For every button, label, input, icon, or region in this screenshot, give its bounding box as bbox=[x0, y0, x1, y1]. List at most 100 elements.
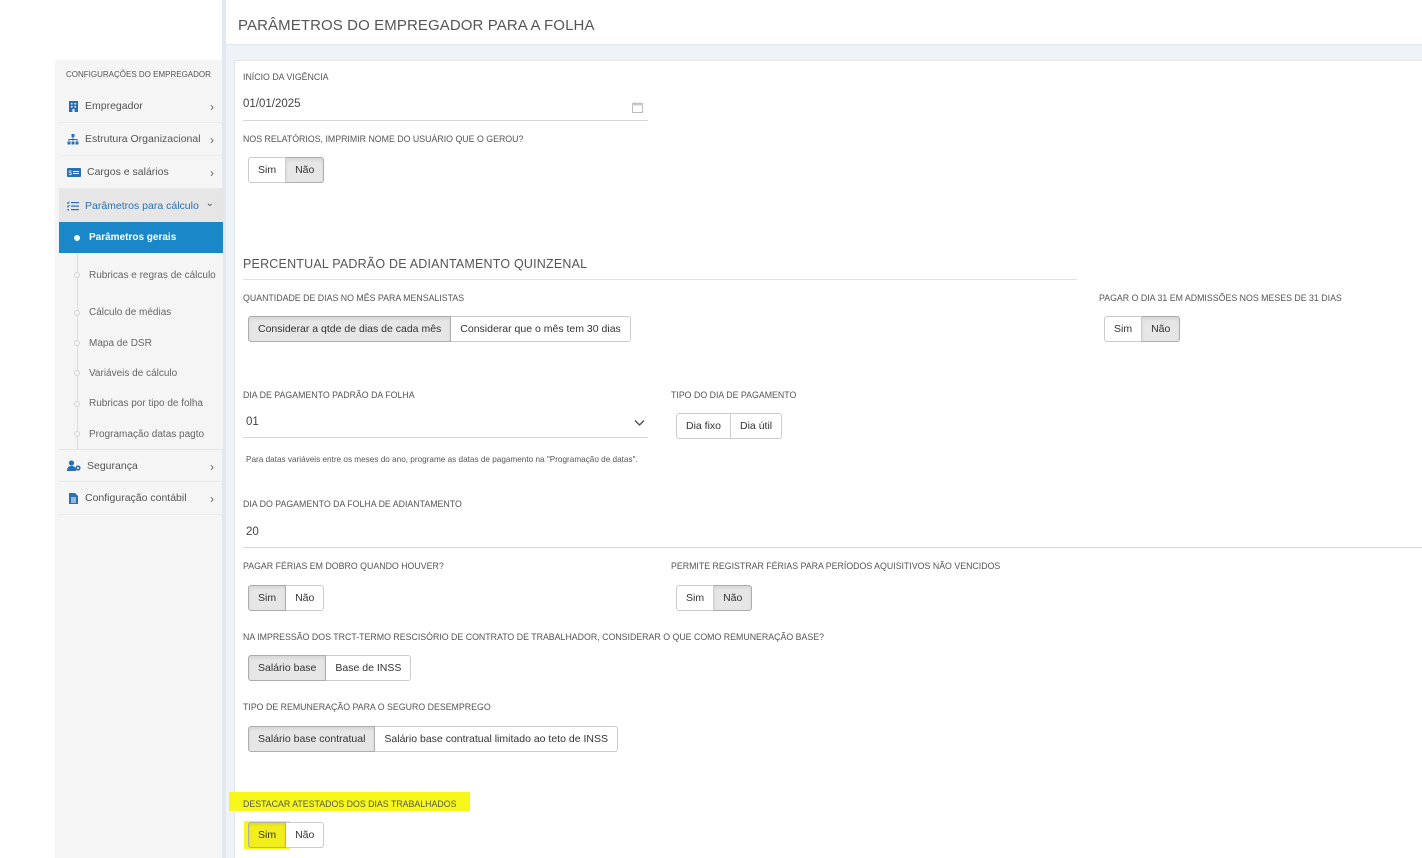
sidebar-item-label: Configuração contábil bbox=[85, 492, 187, 504]
subnav-dot bbox=[74, 234, 80, 241]
chevron-right-icon: › bbox=[210, 166, 214, 180]
subnav-item-variaveis[interactable]: Variáveis de cálculo bbox=[59, 358, 223, 388]
subnav-dot bbox=[74, 431, 80, 437]
subnav-item-label: Cálculo de médias bbox=[89, 307, 172, 318]
ferias-nao-vencidos-sim-button[interactable]: Sim bbox=[676, 585, 715, 611]
sidebar-item-label: Empregador bbox=[85, 100, 143, 112]
sidebar-item-label: Parâmetros para cálculo bbox=[85, 199, 199, 212]
sidebar-item-label: Estrutura Organizacional bbox=[85, 133, 201, 145]
section-divider bbox=[243, 279, 1077, 280]
imprimir-usuario-label: NOS RELATÓRIOS, IMPRIMIR NOME DO USUÁRIO… bbox=[243, 134, 524, 144]
subnav-item-label: Programação datas pagto bbox=[89, 428, 205, 440]
salary-card-icon: $ bbox=[67, 166, 81, 178]
org-chart-icon bbox=[67, 133, 79, 145]
pagar-dia31-sim-button[interactable]: Sim bbox=[1104, 316, 1143, 342]
imprimir-usuario-sim-button[interactable]: Sim bbox=[248, 157, 287, 183]
calendar-icon[interactable] bbox=[632, 100, 643, 118]
qtde-dias-cada-mes-button[interactable]: Considerar a qtde de dias de cada mês bbox=[248, 316, 452, 342]
subnav-item-rubricas-regras[interactable]: Rubricas e regras de cálculo bbox=[59, 253, 223, 297]
qtde-dias-label: QUANTIDADE DE DIAS NO MÊS PARA MENSALIST… bbox=[243, 293, 465, 303]
atestados-nao-button[interactable]: Não bbox=[286, 822, 325, 848]
chevron-down-icon: ⌄ bbox=[205, 198, 214, 209]
atestados-sim-button[interactable]: Sim bbox=[248, 822, 287, 848]
tipo-dia-util-button[interactable]: Dia útil bbox=[731, 413, 783, 439]
header-divider bbox=[226, 44, 1422, 45]
ferias-nao-vencidos-label: PERMITE REGISTRAR FÉRIAS PARA PERÍODOS A… bbox=[671, 561, 1001, 571]
inicio-vigencia-label: INÍCIO DA VIGÊNCIA bbox=[243, 72, 329, 82]
sidebar-item-parametros[interactable]: Parâmetros para cálculo ⌄ bbox=[59, 189, 223, 222]
chevron-down-icon[interactable] bbox=[634, 414, 645, 432]
chevron-right-icon: › bbox=[210, 133, 214, 147]
dia-adiantamento-underline bbox=[243, 547, 1422, 548]
seguro-desemprego-label: TIPO DE REMUNERAÇÃO PARA O SEGURO DESEMP… bbox=[243, 702, 491, 712]
trct-label: NA IMPRESSÃO DOS TRCT-TERMO RESCISÓRIO D… bbox=[243, 632, 825, 642]
page-title: PARÂMETROS DO EMPREGADOR PARA A FOLHA bbox=[238, 17, 595, 34]
inicio-vigencia-underline bbox=[243, 120, 648, 121]
atestados-label: DESTACAR ATESTADOS DOS DIAS TRABALHADOS bbox=[243, 799, 457, 809]
dia-pagamento-label: DIA DE PAGAMENTO PADRÃO DA FOLHA bbox=[243, 390, 415, 400]
nota-datas-variaveis: Para datas variáveis entre os meses do a… bbox=[246, 455, 638, 464]
sidebar-item-empregador[interactable]: Empregador › bbox=[59, 90, 223, 123]
sidebar: CONFIGURAÇÕES DO EMPREGADOR Empregador ›… bbox=[59, 60, 223, 515]
ferias-dobro-sim-button[interactable]: Sim bbox=[248, 585, 287, 611]
imprimir-usuario-toggle: Sim Não bbox=[248, 157, 325, 183]
building-icon bbox=[67, 100, 79, 112]
seguro-salario-contratual-button[interactable]: Salário base contratual bbox=[248, 726, 376, 752]
subnav-item-rubricas-tipo-folha[interactable]: Rubricas por tipo de folha bbox=[59, 388, 223, 419]
dia-adiantamento-label: DIA DO PAGAMENTO DA FOLHA DE ADIANTAMENT… bbox=[243, 499, 462, 509]
tipo-dia-label: TIPO DO DIA DE PAGAMENTO bbox=[671, 390, 797, 400]
sidebar-item-estrutura[interactable]: Estrutura Organizacional › bbox=[59, 123, 223, 156]
inicio-vigencia-input[interactable]: 01/01/2025 bbox=[243, 98, 301, 110]
seguro-salario-limitado-button[interactable]: Salário base contratual limitado ao teto… bbox=[375, 726, 618, 752]
sidebar-subnav: Parâmetros gerais Rubricas e regras de c… bbox=[59, 222, 223, 449]
sidebar-item-label: Cargos e salários bbox=[87, 166, 169, 178]
dia-adiantamento-input[interactable]: 20 bbox=[246, 526, 259, 538]
sidebar-item-label: Segurança bbox=[87, 459, 138, 472]
user-lock-icon bbox=[67, 460, 81, 472]
pagar-dia31-nao-button[interactable]: Não bbox=[1142, 316, 1181, 342]
chevron-right-icon: › bbox=[210, 492, 214, 506]
subnav-item-programacao-datas[interactable]: Programação datas pagto bbox=[59, 419, 223, 449]
subnav-item-label: Rubricas por tipo de folha bbox=[89, 398, 203, 409]
tipo-dia-fixo-button[interactable]: Dia fixo bbox=[676, 413, 732, 439]
subnav-item-calculo-medias[interactable]: Cálculo de médias bbox=[59, 297, 223, 328]
checklist-icon bbox=[67, 200, 79, 212]
tipo-dia-toggle: Dia fixo Dia útil bbox=[676, 413, 783, 439]
dia-pagamento-select[interactable]: 01 bbox=[246, 416, 259, 428]
trct-base-inss-button[interactable]: Base de INSS bbox=[326, 655, 412, 681]
subnav-item-mapa-dsr[interactable]: Mapa de DSR bbox=[59, 328, 223, 358]
sidebar-header: CONFIGURAÇÕES DO EMPREGADOR bbox=[66, 70, 211, 79]
chevron-right-icon: › bbox=[210, 460, 214, 474]
subnav-dot bbox=[74, 370, 80, 376]
pagar-dia31-toggle: Sim Não bbox=[1104, 316, 1181, 342]
qtde-dias-toggle: Considerar a qtde de dias de cada mês Co… bbox=[248, 316, 631, 342]
sidebar-item-seguranca[interactable]: Segurança › bbox=[59, 449, 223, 482]
subnav-dot bbox=[74, 309, 80, 316]
section-title-adiantamento: PERCENTUAL PADRÃO DE ADIANTAMENTO QUINZE… bbox=[243, 257, 588, 271]
ferias-dobro-label: PAGAR FÉRIAS EM DOBRO QUANDO HOUVER? bbox=[243, 561, 444, 571]
atestados-toggle: Sim Não bbox=[248, 822, 325, 848]
ferias-dobro-toggle: Sim Não bbox=[248, 585, 325, 611]
seguro-desemprego-toggle: Salário base contratual Salário base con… bbox=[248, 726, 618, 752]
ferias-nao-vencidos-nao-button[interactable]: Não bbox=[714, 585, 753, 611]
imprimir-usuario-nao-button[interactable]: Não bbox=[286, 157, 325, 183]
pagar-dia31-label: PAGAR O DIA 31 EM ADMISSÕES NOS MESES DE… bbox=[1099, 293, 1342, 303]
subnav-dot bbox=[74, 272, 80, 278]
ferias-dobro-nao-button[interactable]: Não bbox=[286, 585, 325, 611]
sidebar-item-contabil[interactable]: Configuração contábil › bbox=[59, 482, 223, 515]
dia-pagamento-underline bbox=[243, 437, 648, 438]
sidebar-item-cargos[interactable]: $ Cargos e salários › bbox=[59, 156, 223, 189]
subnav-dot bbox=[74, 340, 80, 346]
subnav-item-label: Variáveis de cálculo bbox=[89, 367, 178, 379]
chevron-right-icon: › bbox=[210, 100, 214, 114]
ferias-nao-vencidos-toggle: Sim Não bbox=[676, 585, 753, 611]
document-icon bbox=[67, 492, 79, 504]
subnav-item-label: Mapa de DSR bbox=[89, 337, 152, 349]
subnav-dot bbox=[74, 400, 80, 407]
subnav-item-label: Parâmetros gerais bbox=[89, 232, 177, 243]
qtde-dias-30-button[interactable]: Considerar que o mês tem 30 dias bbox=[451, 316, 631, 342]
trct-toggle: Salário base Base de INSS bbox=[248, 655, 412, 681]
subnav-item-parametros-gerais[interactable]: Parâmetros gerais bbox=[59, 222, 223, 253]
subnav-item-label: Rubricas e regras de cálculo bbox=[89, 269, 216, 281]
trct-salario-base-button[interactable]: Salário base bbox=[248, 655, 327, 681]
